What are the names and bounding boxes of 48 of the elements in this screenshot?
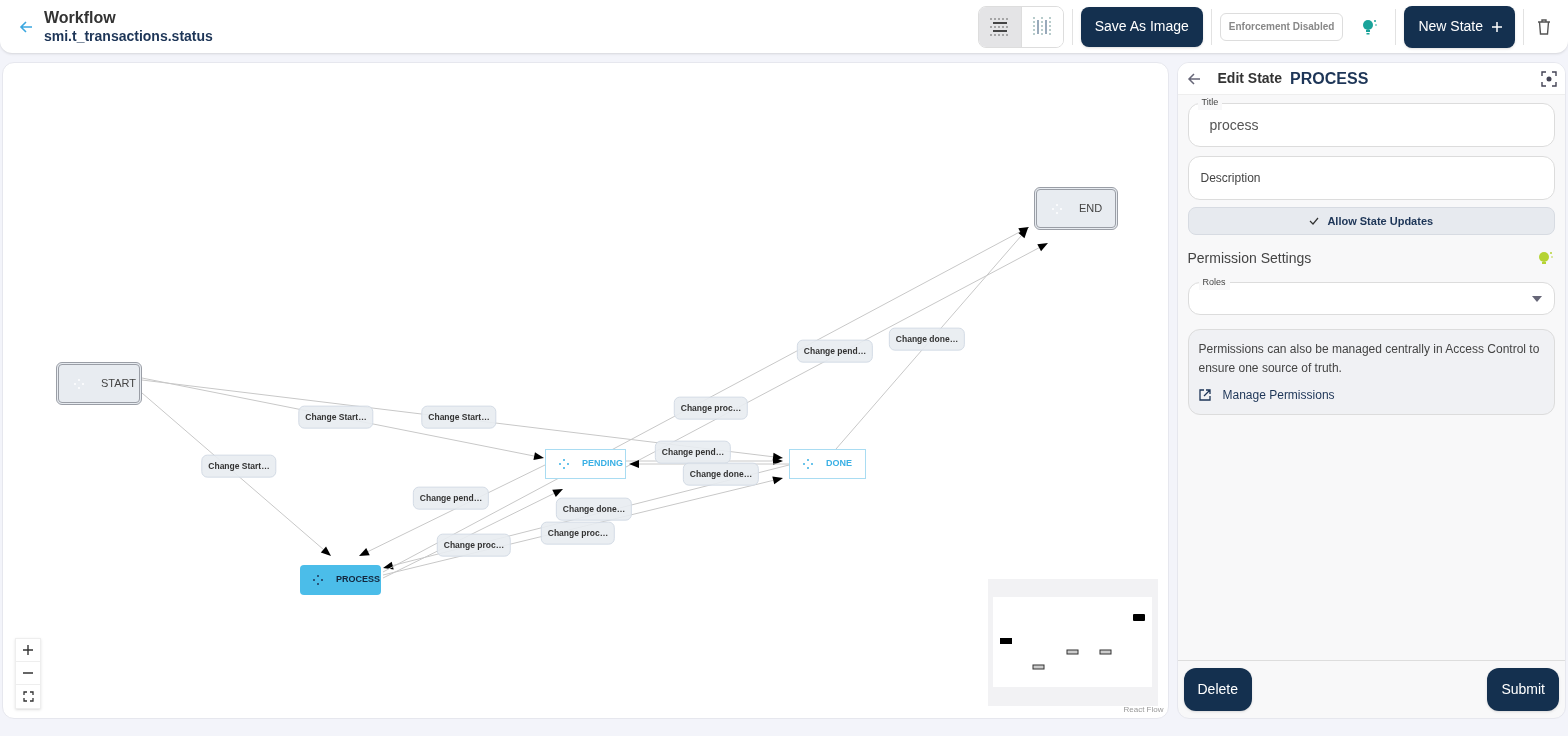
columns-layout-icon <box>1031 15 1054 38</box>
state-name: PROCESS <box>1290 68 1369 89</box>
edge-label[interactable]: Change done… <box>682 462 760 486</box>
save-image-button[interactable]: Save As Image <box>1080 6 1203 47</box>
edge-label[interactable]: Change pend… <box>412 486 490 510</box>
edge-label[interactable]: Change Start… <box>201 454 277 478</box>
new-state-button[interactable]: New State <box>1404 5 1515 48</box>
delete-button[interactable]: Delete <box>1183 668 1252 711</box>
plus-icon <box>1491 20 1503 33</box>
page-subtitle: smi.t_transactions.status <box>44 27 213 46</box>
move-icon <box>558 458 570 470</box>
manage-permissions-link[interactable]: Manage Permissions <box>1198 386 1544 404</box>
move-icon <box>312 574 324 586</box>
check-icon <box>1309 217 1320 225</box>
panel-heading: Edit State <box>1217 69 1283 88</box>
allow-updates-toggle[interactable]: Allow State Updates <box>1187 207 1555 235</box>
field-label: Roles <box>1198 276 1230 290</box>
page-title: Workflow <box>44 7 117 28</box>
state-node[interactable]: END <box>1034 187 1118 230</box>
field-label: Title <box>1197 96 1223 110</box>
plus-icon <box>22 644 34 656</box>
edge-label[interactable]: Change pend… <box>796 339 874 363</box>
state-node[interactable]: PROCESS <box>300 565 381 595</box>
edge-label[interactable]: Change proc… <box>673 396 749 420</box>
back-arrow-icon[interactable] <box>1185 70 1202 87</box>
edge-label[interactable]: Change proc… <box>540 521 616 545</box>
move-icon <box>802 458 814 470</box>
edge-label[interactable]: Change pend… <box>654 440 732 464</box>
layout-toggle[interactable] <box>978 6 1021 47</box>
external-link-icon <box>1198 389 1211 401</box>
dropdown-caret-icon <box>1532 295 1542 302</box>
submit-button[interactable]: Submit <box>1487 668 1559 711</box>
focus-icon[interactable] <box>1541 70 1557 87</box>
enforcement-toggle[interactable]: Enforcement Disabled <box>1219 12 1344 41</box>
section-heading: Permission Settings <box>1187 249 1312 268</box>
edge-label[interactable]: Change proc… <box>436 533 512 557</box>
state-node[interactable]: START <box>56 362 142 405</box>
fit-view-icon <box>22 691 34 702</box>
edge-label[interactable]: Change Start… <box>298 405 374 429</box>
edge-label[interactable]: Change done… <box>888 327 966 351</box>
info-text: Permissions can also be managed centrally in Access Control to ensure one source of truth. <box>1198 341 1541 377</box>
description-field[interactable]: Description <box>1187 156 1555 200</box>
back-arrow-icon <box>18 18 34 35</box>
trash-icon[interactable] <box>1536 17 1552 36</box>
edge-label[interactable]: Change Start… <box>421 405 497 429</box>
rows-layout-icon <box>988 15 1011 38</box>
layout-toggle[interactable] <box>1020 6 1063 47</box>
edge-label[interactable]: Change done… <box>555 497 633 521</box>
